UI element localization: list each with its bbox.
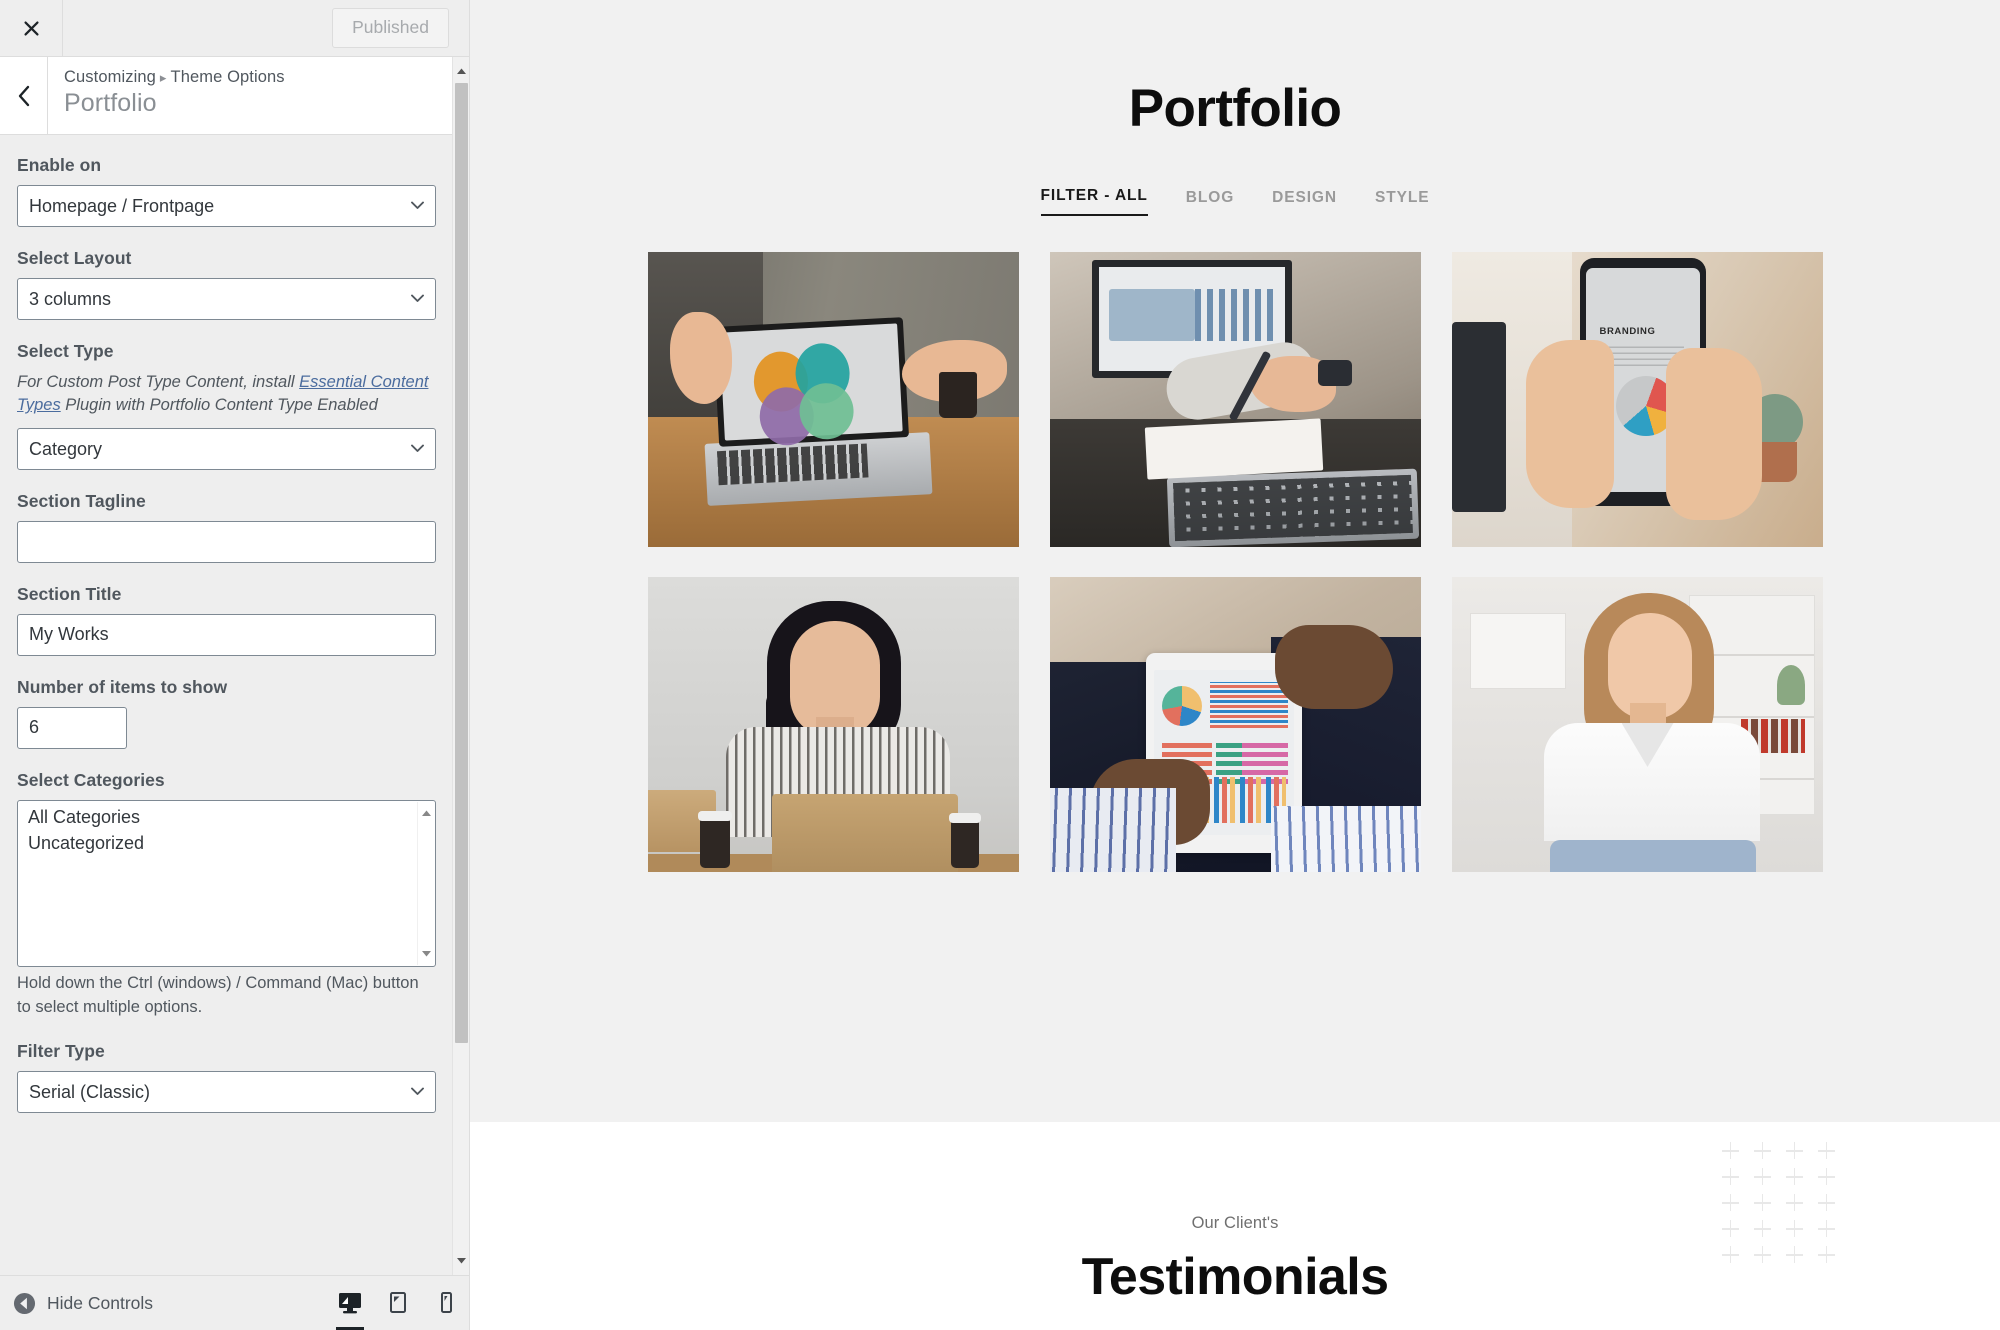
select-layout-select[interactable]: 3 columns (17, 278, 436, 320)
scroll-down-arrow-icon[interactable] (456, 1257, 467, 1265)
breadcrumb-separator: ▸ (159, 70, 167, 85)
panel-scrollbar[interactable] (452, 57, 469, 1275)
hide-controls-label: Hide Controls (47, 1292, 154, 1313)
control-label-enable-on: Enable on (17, 155, 102, 175)
customizer-topbar: Published (0, 0, 469, 57)
control-number-of-items: Number of items to show (17, 677, 436, 749)
desktop-icon (339, 1293, 361, 1314)
control-select-categories: Select Categories All Categories Uncateg… (17, 770, 436, 1020)
enable-on-select[interactable]: Homepage / Frontpage (17, 185, 436, 227)
control-label-select-categories: Select Categories (17, 769, 165, 790)
control-label-select-type: Select Type (17, 341, 114, 361)
customizer-controls-list: Enable on Homepage / Frontpage Select La… (0, 135, 453, 1275)
breadcrumb-root: Customizing (64, 68, 156, 86)
mobile-icon (441, 1292, 452, 1313)
scroll-down-arrow-icon[interactable] (421, 950, 432, 958)
enable-on-select-wrap: Homepage / Frontpage (17, 185, 436, 227)
control-label-filter-type: Filter Type (17, 1040, 105, 1061)
description-text-after: Plugin with Portfolio Content Type Enabl… (60, 396, 378, 415)
portfolio-image-tablet-charts (1049, 577, 1421, 872)
control-label-number-of-items: Number of items to show (17, 676, 228, 697)
customizer-panel: Published Customizing ▸ Theme Options Port… (0, 0, 470, 1330)
select-type-description: For Custom Post Type Content, install Es… (17, 371, 436, 418)
listbox-option[interactable]: All Categories (28, 805, 435, 831)
control-label-section-title: Section Title (17, 583, 122, 604)
device-preview-switcher (326, 1276, 469, 1330)
close-x-icon[interactable] (0, 0, 63, 56)
portfolio-item[interactable] (1049, 577, 1421, 872)
portfolio-item[interactable] (647, 252, 1019, 547)
filter-item-blog[interactable]: BLOG (1186, 189, 1234, 216)
device-tablet-button[interactable] (374, 1276, 422, 1330)
portfolio-image-laptop-swot (647, 252, 1019, 547)
filter-item-design[interactable]: DESIGN (1272, 189, 1337, 216)
chevron-left-icon[interactable] (0, 57, 48, 134)
control-select-layout: Select Layout 3 columns (17, 248, 436, 320)
select-type-select-wrap: Category (17, 427, 436, 470)
portfolio-grid: BRANDING (470, 252, 2000, 872)
control-filter-type: Filter Type Serial (Classic) (17, 1041, 436, 1113)
control-label-section-tagline: Section Tagline (17, 490, 146, 511)
control-select-type: Select Type For Custom Post Type Content… (17, 341, 436, 470)
filter-type-select-wrap: Serial (Classic) (17, 1070, 436, 1113)
listbox-options: All Categories Uncategorized (18, 801, 435, 857)
plus-grid-pattern (1720, 1140, 1848, 1270)
customizer-footer: Hide Controls (0, 1275, 469, 1330)
breadcrumb: Customizing ▸ Theme Options (64, 68, 285, 87)
portfolio-image-meeting-dashboard (1049, 252, 1421, 547)
filter-item-all[interactable]: FILTER - ALL (1040, 187, 1148, 216)
select-type-select[interactable]: Category (17, 427, 436, 470)
customizer-screen: Published Customizing ▸ Theme Options Port… (0, 0, 2000, 1330)
collapse-arrow-icon (13, 1292, 36, 1314)
customizer-section-header: Customizing ▸ Theme Options Portfolio (0, 57, 453, 135)
portfolio-section: Portfolio FILTER - ALL BLOG DESIGN STYLE (470, 0, 2000, 1122)
portfolio-item[interactable] (1451, 577, 1823, 872)
portfolio-item[interactable] (647, 577, 1019, 872)
filter-type-select[interactable]: Serial (Classic) (17, 1070, 436, 1113)
portfolio-item[interactable]: BRANDING (1451, 252, 1823, 547)
portfolio-image-smiling-woman-office (1451, 577, 1823, 872)
section-title-input[interactable] (17, 613, 436, 656)
customizer-titles: Customizing ▸ Theme Options Portfolio (48, 57, 285, 134)
publish-button[interactable]: Published (332, 7, 449, 49)
scroll-up-arrow-icon[interactable] (421, 809, 432, 817)
section-tagline-input[interactable] (17, 520, 436, 563)
portfolio-title: Portfolio (1128, 79, 1342, 138)
number-of-items-input[interactable] (17, 706, 127, 749)
select-layout-select-wrap: 3 columns (17, 278, 436, 320)
control-label-select-layout: Select Layout (17, 248, 132, 268)
breadcrumb-parent: Theme Options (170, 68, 285, 86)
portfolio-item[interactable] (1049, 252, 1421, 547)
page-title: Portfolio (64, 89, 157, 117)
tablet-icon (390, 1292, 406, 1313)
device-mobile-button[interactable] (422, 1276, 469, 1330)
scroll-up-arrow-icon[interactable] (456, 67, 467, 75)
panel-scrollbar-thumb[interactable] (455, 83, 468, 1043)
filter-item-style[interactable]: STYLE (1375, 189, 1429, 216)
hide-controls-button[interactable]: Hide Controls (0, 1292, 153, 1315)
select-categories-help: Hold down the Ctrl (windows) / Command (… (17, 973, 419, 1016)
device-desktop-button[interactable] (326, 1276, 374, 1330)
description-text-before: For Custom Post Type Content, install (17, 373, 300, 391)
portfolio-image-phone-branding: BRANDING (1451, 252, 1823, 547)
testimonials-section: Our Client's Testimonials (470, 1122, 2000, 1330)
control-enable-on: Enable on Homepage / Frontpage (17, 155, 436, 227)
control-section-tagline: Section Tagline (17, 491, 436, 563)
site-preview[interactable]: Portfolio FILTER - ALL BLOG DESIGN STYLE (470, 0, 2000, 1330)
listbox-option[interactable]: Uncategorized (28, 831, 435, 857)
portfolio-filter-bar: FILTER - ALL BLOG DESIGN STYLE (470, 187, 2000, 216)
control-section-title: Section Title (17, 584, 436, 656)
listbox-scrollbar[interactable] (417, 801, 434, 965)
select-categories-listbox[interactable]: All Categories Uncategorized (17, 799, 436, 967)
portfolio-image-woman-laptop (647, 577, 1019, 872)
